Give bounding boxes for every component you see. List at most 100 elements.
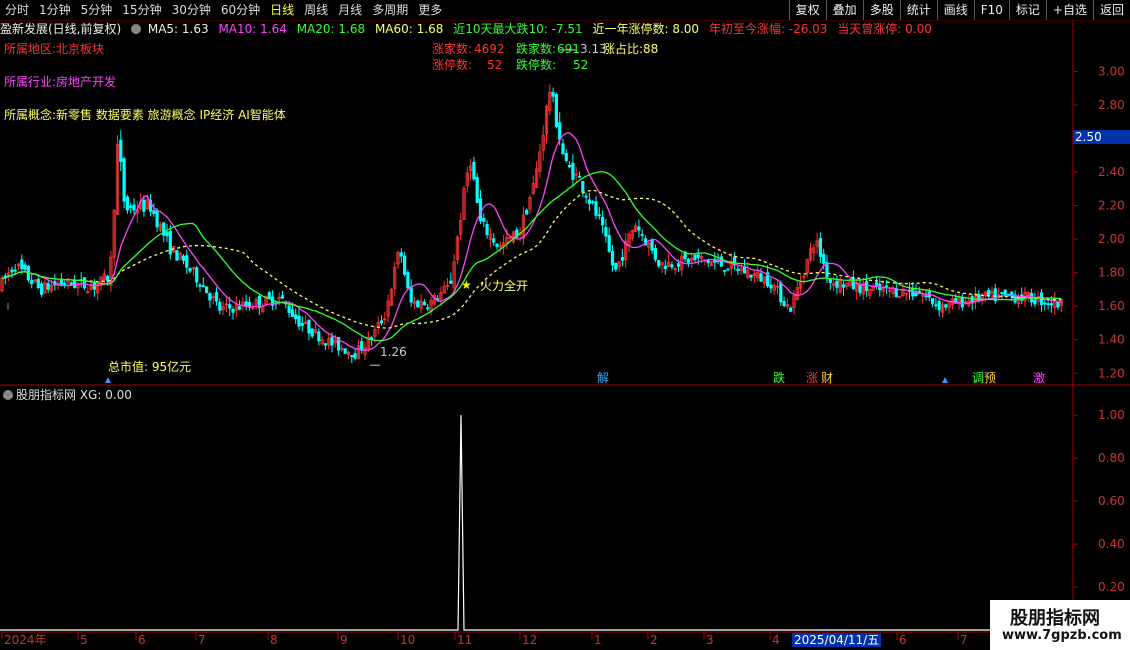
indicator-settings-icon[interactable] xyxy=(3,390,13,400)
ind-tick-label-1: 0.80 xyxy=(1098,451,1125,465)
candle-body-173 xyxy=(571,162,575,180)
candle-body-304 xyxy=(1003,289,1007,296)
candle-body-53 xyxy=(175,250,179,261)
candle-body-43 xyxy=(142,199,146,212)
candle-body-183 xyxy=(604,227,608,237)
month-label-12: 4 xyxy=(772,633,780,647)
candle-body-22 xyxy=(73,279,77,288)
candle-body-126 xyxy=(416,300,420,308)
candle-body-96 xyxy=(317,331,321,342)
candle-body-6 xyxy=(20,259,24,270)
candle-body-47 xyxy=(155,210,159,228)
event-jie[interactable]: 解 xyxy=(597,371,609,385)
candle-body-169 xyxy=(558,122,562,140)
candle-body-144 xyxy=(475,177,479,204)
candle-body-4 xyxy=(13,269,17,272)
candle-body-253 xyxy=(835,280,839,288)
ma10-line xyxy=(1,132,1062,351)
candle-body-107 xyxy=(353,353,357,359)
candle-body-25 xyxy=(82,277,87,289)
ind-tick-label-3: 0.40 xyxy=(1098,537,1125,551)
event-ji[interactable]: 激 xyxy=(1033,371,1045,385)
price-tick-label-5: 2.00 xyxy=(1098,232,1125,246)
ind-tick-label-0: 1.00 xyxy=(1098,408,1125,422)
up-ratio: 涨占比:88 xyxy=(603,42,659,56)
candle-body-203 xyxy=(670,264,674,268)
candle-body-159 xyxy=(525,209,529,215)
candle-body-122 xyxy=(402,255,407,275)
limitup-label: 涨停数: xyxy=(432,58,473,72)
candle-body-94 xyxy=(310,328,314,337)
candle-body-65 xyxy=(214,292,219,302)
event-yu[interactable]: 预 xyxy=(984,371,996,385)
candle-body-286 xyxy=(944,304,948,308)
event-die[interactable]: 跌 xyxy=(773,371,785,385)
candle-body-62 xyxy=(204,286,209,294)
candle-body-184 xyxy=(607,235,611,252)
limitup-value: 52 xyxy=(487,58,503,72)
kline-chart-svg[interactable]: 3.002.802.602.402.202.001.801.601.401.20… xyxy=(0,0,1130,650)
candle-body-55 xyxy=(181,255,186,261)
event-tiao[interactable]: 调 xyxy=(972,371,984,385)
candle-body-248 xyxy=(818,238,823,257)
candle-body-124 xyxy=(409,286,413,303)
price-tick-label-3: 2.40 xyxy=(1098,165,1125,179)
candle-body-14 xyxy=(46,283,50,290)
candle-body-90 xyxy=(297,315,301,327)
down-count-value: 691 xyxy=(557,42,580,56)
candle-body-188 xyxy=(620,257,625,261)
month-label-4: 8 xyxy=(270,633,278,647)
signal-star-icon: ★ xyxy=(461,278,472,292)
candle-body-59 xyxy=(195,267,199,283)
month-label-9: 1 xyxy=(594,633,602,647)
limitdown-value: 52 xyxy=(573,58,589,72)
candle-body-40 xyxy=(132,204,136,211)
candle-body-220 xyxy=(726,268,730,271)
indicator-title: 股朋指标网 XG: 0.00 xyxy=(3,388,132,402)
month-label-5: 9 xyxy=(340,633,348,647)
candle-body-320 xyxy=(1056,301,1060,308)
candle-body-313 xyxy=(1033,299,1037,305)
month-label-11: 3 xyxy=(706,633,714,647)
candle-body-88 xyxy=(290,309,295,317)
candle-body-32 xyxy=(106,275,110,282)
candle-body-175 xyxy=(577,175,582,178)
candle-body-11 xyxy=(36,278,40,289)
candle-body-283 xyxy=(934,304,938,307)
candle-body-280 xyxy=(924,295,928,298)
candle-body-255 xyxy=(841,284,846,288)
candle-body-236 xyxy=(779,282,783,303)
candle-body-128 xyxy=(422,301,427,306)
ma20-line xyxy=(1,170,1062,342)
indicator-title-text: 股朋指标网 XG: 0.00 xyxy=(16,388,132,402)
price-tick-label-7: 1.60 xyxy=(1098,299,1125,313)
price-tick-label-4: 2.20 xyxy=(1098,199,1125,213)
candle-body-223 xyxy=(736,268,740,271)
candle-body-7 xyxy=(23,264,27,270)
candle-body-211 xyxy=(696,254,700,258)
candle-body-51 xyxy=(168,230,172,255)
candle-body-129 xyxy=(426,307,430,310)
candle-body-74 xyxy=(244,301,248,307)
limitdown-label: 跌停数: xyxy=(516,58,557,72)
candle-body-239 xyxy=(789,307,793,312)
month-label-13: 6 xyxy=(899,633,907,647)
candle-body-205 xyxy=(676,263,681,267)
candle-body-168 xyxy=(554,93,559,127)
event-zhang[interactable]: 涨 xyxy=(806,371,818,385)
signal-text: 火力全开 xyxy=(480,279,529,293)
candle-body-38 xyxy=(125,196,129,211)
candle-body-121 xyxy=(399,252,403,257)
candle-body-172 xyxy=(568,164,572,168)
candle-body-149 xyxy=(492,238,496,243)
event-cai[interactable]: 财 xyxy=(821,371,833,385)
candle-body-237 xyxy=(782,301,786,306)
candle-body-115 xyxy=(379,320,384,324)
month-label-2: 6 xyxy=(138,633,146,647)
candle-body-136 xyxy=(449,280,453,284)
xg-indicator-line xyxy=(0,415,1073,631)
candle-body-199 xyxy=(657,260,661,267)
month-label-10: 2 xyxy=(650,633,658,647)
up-count-label: 涨家数: xyxy=(432,42,473,56)
ind-tick-label-4: 0.20 xyxy=(1098,580,1125,594)
